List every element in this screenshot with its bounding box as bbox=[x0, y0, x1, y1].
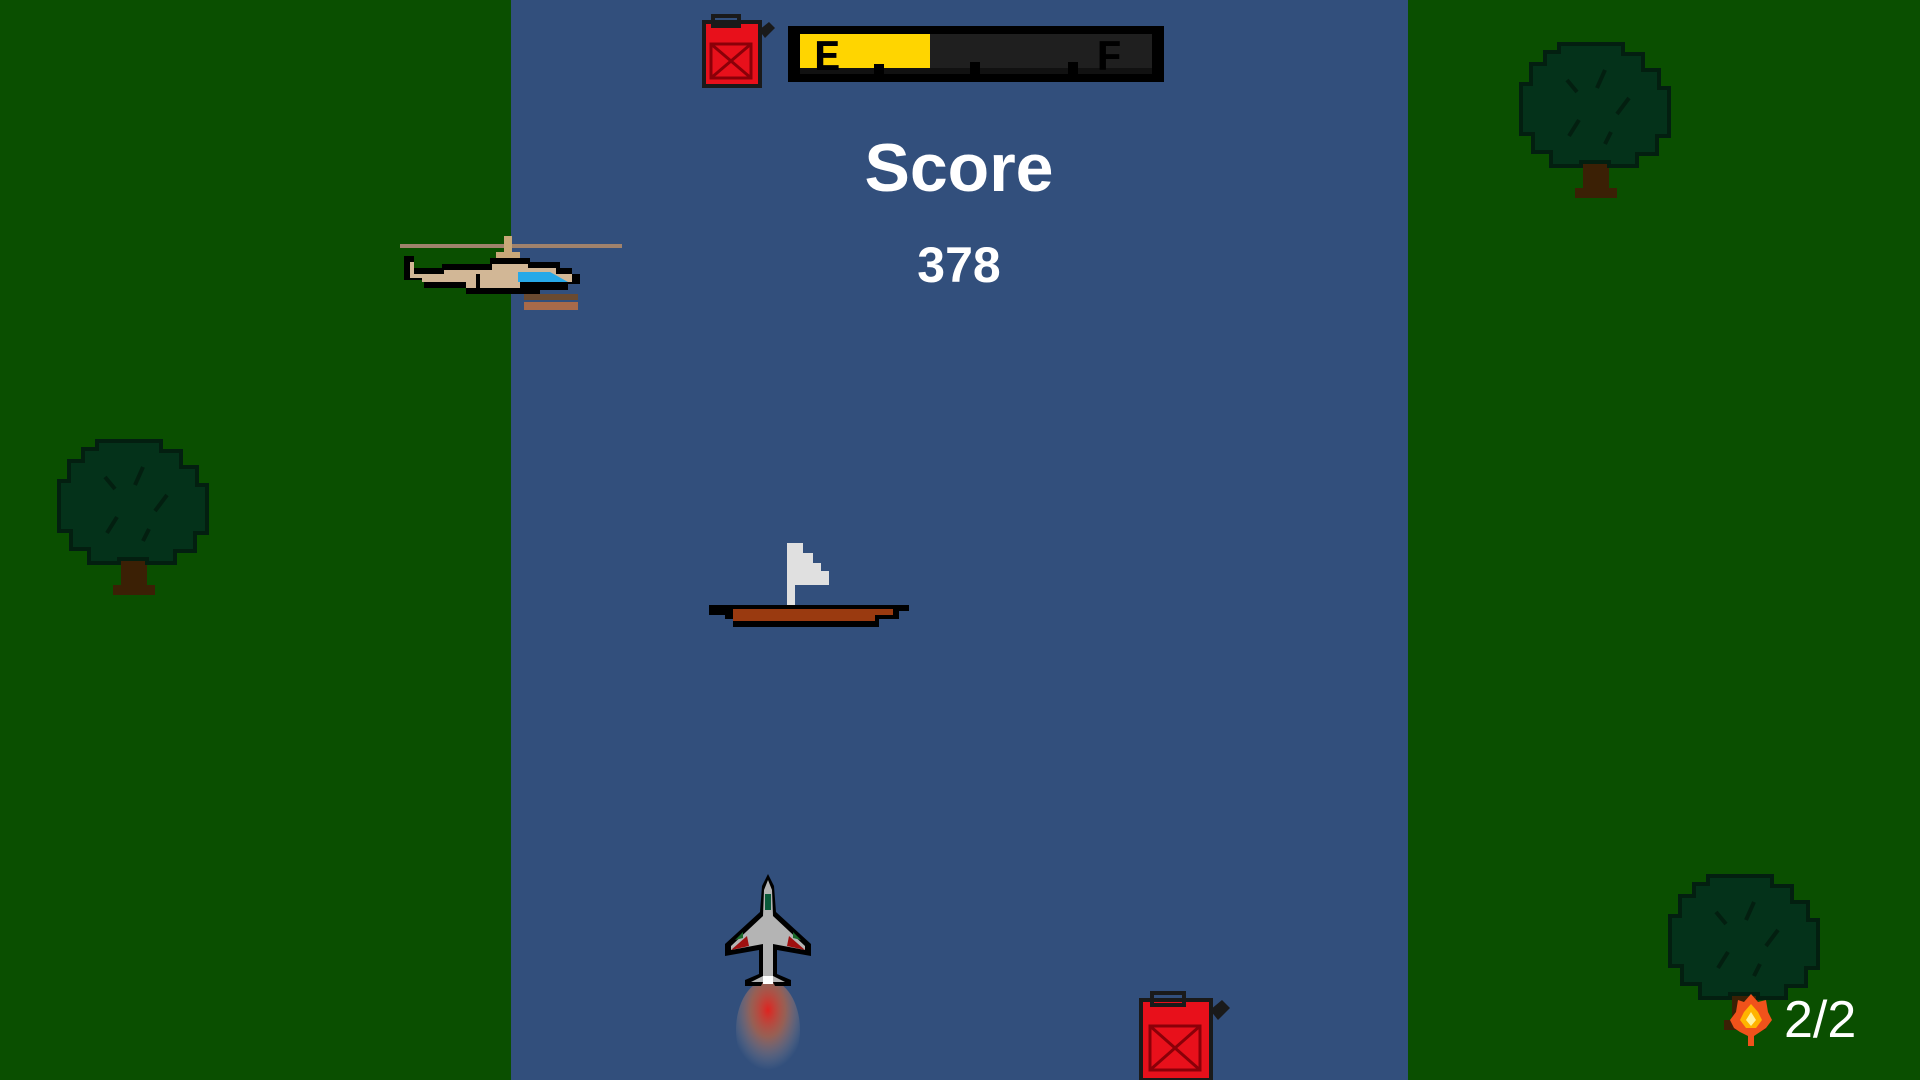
tree bbox=[1519, 42, 1671, 198]
helicopter-enemy bbox=[400, 236, 622, 310]
fuel-full-label: F bbox=[1096, 34, 1122, 84]
lives-count: 2/2 bbox=[1784, 991, 1857, 1049]
fuel-can-icon bbox=[702, 14, 775, 88]
score-value: 378 bbox=[917, 237, 1001, 293]
sailboat-enemy bbox=[709, 543, 909, 627]
fuel-gauge: E F bbox=[786, 24, 1166, 84]
lives-indicator: 2/2 bbox=[1728, 992, 1856, 1048]
tree bbox=[57, 439, 209, 595]
fuel-empty-label: E bbox=[814, 34, 840, 84]
fire-icon bbox=[1730, 994, 1772, 1046]
player-jet bbox=[725, 874, 811, 1080]
score-label: Score bbox=[864, 130, 1054, 206]
fuel-can-pickup bbox=[1139, 991, 1230, 1080]
